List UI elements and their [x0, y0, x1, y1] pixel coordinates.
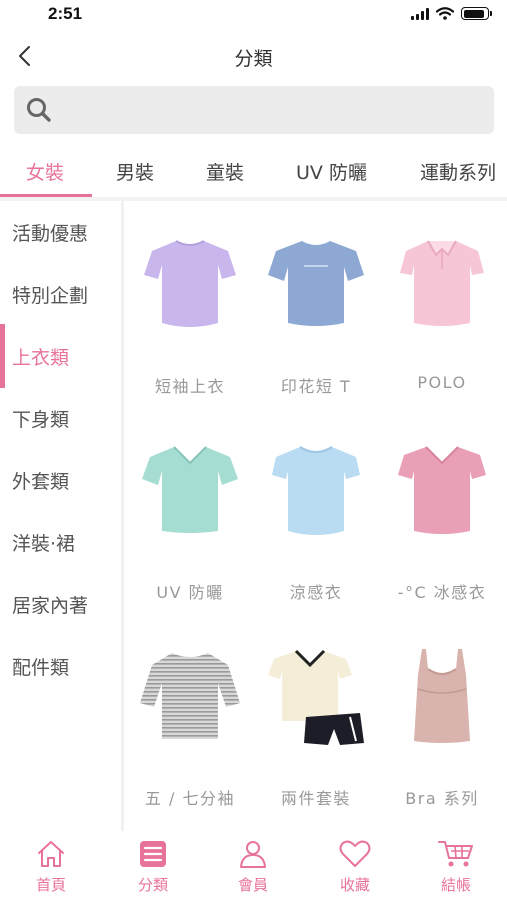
battery-icon [461, 7, 492, 20]
product-item-ice-tee[interactable]: -°C 冰感衣 [379, 407, 505, 613]
product-item-three-quarter[interactable]: 五 / 七分袖 [127, 613, 253, 819]
sidebar-item-dresses[interactable]: 洋裝‧裙 [0, 511, 121, 573]
bottom-nav-label: 收藏 [339, 876, 370, 894]
status-icons [411, 7, 492, 20]
tab-sports[interactable]: 運動系列 [420, 158, 496, 185]
lavender-tee-image [140, 231, 240, 339]
status-bar: 2:51 [0, 0, 507, 30]
tab-uv[interactable]: UV 防曬 [296, 158, 367, 185]
status-time: 2:51 [48, 4, 83, 23]
product-label: Bra 系列 [405, 789, 479, 808]
product-label: 短袖上衣 [154, 377, 225, 396]
cart-icon [438, 839, 474, 869]
sidebar-item-outerwear[interactable]: 外套類 [0, 449, 121, 511]
product-label: -°C 冰感衣 [397, 583, 487, 602]
bottom-nav-home[interactable]: 首頁 [11, 839, 91, 895]
mint-vneck-tee-image [140, 437, 240, 545]
sidebar-item-bottoms[interactable]: 下身類 [0, 387, 121, 449]
product-grid: 短袖上衣 印花短 T POLO UV 防曬 涼感衣 -°C 冰感衣 五 / 七分… [127, 201, 507, 831]
product-label: UV 防曬 [156, 583, 224, 602]
bottom-nav-checkout[interactable]: 結帳 [416, 839, 496, 895]
product-label: 印花短 T [280, 377, 352, 396]
blue-print-tee-image [266, 231, 366, 339]
product-item-short-sleeve[interactable]: 短袖上衣 [127, 201, 253, 407]
tab-women[interactable]: 女裝 [26, 158, 64, 185]
signal-icon [411, 7, 429, 20]
product-item-two-piece[interactable]: 兩件套裝 [253, 613, 379, 819]
bottom-nav: 首頁 分類 會員 收藏 結帳 [0, 831, 507, 900]
home-icon [36, 839, 66, 869]
nav-bar: 分類 [0, 30, 507, 82]
grey-striped-tee-image [140, 643, 240, 751]
tab-men[interactable]: 男裝 [116, 158, 154, 185]
product-label: 五 / 七分袖 [144, 789, 236, 808]
bottom-nav-favorites[interactable]: 收藏 [315, 839, 395, 895]
bottom-nav-label: 分類 [137, 876, 168, 894]
tee-shorts-set-image [266, 643, 366, 751]
bottom-nav-category[interactable]: 分類 [113, 839, 193, 895]
search-bar[interactable] [14, 86, 494, 134]
category-tabs: 女裝 男裝 童裝 UV 防曬 運動系列 [0, 146, 507, 198]
bottom-nav-label: 結帳 [440, 876, 471, 894]
tab-kids[interactable]: 童裝 [206, 158, 244, 185]
bottom-nav-member[interactable]: 會員 [213, 839, 293, 895]
sidebar: 活動優惠 特別企劃 上衣類 下身類 外套類 洋裝‧裙 居家內著 配件類 [0, 201, 124, 831]
product-item-cool-tee[interactable]: 涼感衣 [253, 407, 379, 613]
product-item-print-tee[interactable]: 印花短 T [253, 201, 379, 407]
bottom-nav-label: 首頁 [35, 876, 66, 894]
product-item-uv[interactable]: UV 防曬 [127, 407, 253, 613]
product-item-bra[interactable]: Bra 系列 [379, 613, 505, 819]
product-label: 兩件套裝 [280, 789, 351, 808]
search-icon [27, 98, 51, 122]
sidebar-item-special[interactable]: 特別企劃 [0, 263, 121, 325]
wifi-icon [436, 7, 454, 20]
member-icon [238, 839, 268, 869]
sidebar-item-accessories[interactable]: 配件類 [0, 635, 121, 697]
category-icon [139, 839, 167, 869]
product-label: 涼感衣 [289, 583, 343, 602]
sidebar-item-tops[interactable]: 上衣類 [0, 325, 121, 387]
bra-tank-image [392, 643, 492, 751]
heart-icon [339, 839, 371, 869]
sidebar-item-homewear[interactable]: 居家內著 [0, 573, 121, 635]
search-input[interactable] [60, 100, 494, 120]
light-blue-tee-image [266, 437, 366, 545]
product-item-polo[interactable]: POLO [379, 201, 505, 407]
product-label: POLO [417, 373, 467, 392]
pink-vneck-tee-image [392, 437, 492, 545]
page-title: 分類 [234, 48, 273, 70]
sidebar-item-promotions[interactable]: 活動優惠 [0, 201, 121, 263]
bottom-nav-label: 會員 [237, 876, 268, 894]
pink-polo-image [392, 231, 492, 339]
